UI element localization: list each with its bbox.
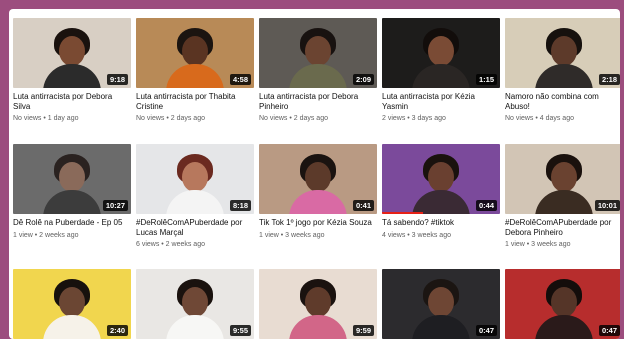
video-thumbnail[interactable]: 2:09 [259,18,377,88]
duration-badge: 2:09 [352,74,374,85]
video-card[interactable]: 8:18 #DeRolêComAPuberdade por Lucas Març… [136,144,254,269]
video-grid-panel: 9:18 Luta antirracista por Debora Silva … [9,9,620,339]
video-card[interactable]: 0:47 [382,269,500,339]
video-thumbnail[interactable]: 9:59 [259,269,377,339]
video-thumbnail[interactable]: 9:55 [136,269,254,339]
video-thumbnail[interactable]: 0:44 [382,144,500,214]
video-title[interactable]: Luta antirracista por Debora Silva [13,92,131,111]
video-thumbnail[interactable]: 0:47 [505,269,620,339]
video-thumbnail[interactable]: 4:58 [136,18,254,88]
video-meta: No views • 4 days ago [505,115,574,122]
duration-badge: 8:18 [229,200,251,211]
thumbnail-face [551,36,577,66]
duration-badge: 0:44 [475,200,497,211]
video-thumbnail[interactable]: 2:40 [13,269,131,339]
video-meta: 1 view • 3 weeks ago [259,231,325,239]
thumbnail-face [182,162,208,192]
video-meta: No views • 2 days ago [259,115,328,122]
video-meta: 1 view • 2 weeks ago [13,231,79,239]
thumbnail-face [59,287,85,317]
video-card[interactable]: 4:58 Luta antirracista por Thabita Crist… [136,18,254,144]
thumbnail-face [428,287,454,317]
duration-badge: 10:27 [102,200,128,211]
thumbnail-face [428,162,454,192]
video-card[interactable]: 9:59 [259,269,377,339]
video-title[interactable]: Namoro não combina com Abuso! [505,92,620,111]
video-meta: No views • 1 day ago [13,115,79,122]
video-title[interactable]: Tá sabendo? #tiktok [382,218,500,228]
video-thumbnail[interactable]: 10:27 [13,144,131,214]
video-title[interactable]: Luta antirracista por Debora Pinheiro [259,92,377,111]
video-thumbnail[interactable]: 1:15 [382,18,500,88]
video-card[interactable]: 2:18 Namoro não combina com Abuso! No vi… [505,18,620,144]
video-thumbnail[interactable]: 0:41 [259,144,377,214]
thumbnail-face [305,287,331,317]
duration-badge: 2:18 [598,74,620,85]
thumbnail-face [182,287,208,317]
video-thumbnail[interactable]: 10:01 [505,144,620,214]
video-title[interactable]: Dê Rolê na Puberdade - Ep 05 [13,218,131,228]
video-card[interactable]: 0:47 [505,269,620,339]
video-card[interactable]: 10:01 #DeRolêComAPuberdade por Debora Pi… [505,144,620,269]
video-card[interactable]: 2:40 [13,269,131,339]
duration-badge: 0:41 [352,200,374,211]
duration-badge: 4:58 [229,74,251,85]
thumbnail-face [428,36,454,66]
thumbnail-face [551,287,577,317]
video-meta: 2 views • 3 days ago [382,115,446,122]
video-meta: 6 views • 2 weeks ago [136,241,205,248]
thumbnail-face [182,36,208,66]
video-title[interactable]: Tik Tok 1º jogo por Kézia Souza [259,218,377,228]
duration-badge: 9:18 [106,74,128,85]
video-card[interactable]: 10:27 Dê Rolê na Puberdade - Ep 05 1 vie… [13,144,131,269]
video-thumbnail[interactable]: 0:47 [382,269,500,339]
video-card[interactable]: 1:15 Luta antirracista por Kézia Yasmin … [382,18,500,144]
video-grid: 9:18 Luta antirracista por Debora Silva … [13,18,620,339]
thumbnail-face [305,162,331,192]
video-title[interactable]: Luta antirracista por Kézia Yasmin [382,92,500,111]
video-card[interactable]: 9:18 Luta antirracista por Debora Silva … [13,18,131,144]
video-title[interactable]: #DeRolêComAPuberdade por Debora Pinheiro [505,218,620,237]
video-thumbnail[interactable]: 2:18 [505,18,620,88]
video-meta: 1 view • 3 weeks ago [505,241,571,248]
video-thumbnail[interactable]: 9:18 [13,18,131,88]
video-thumbnail[interactable]: 8:18 [136,144,254,214]
video-title[interactable]: #DeRolêComAPuberdade por Lucas Marçal [136,218,254,237]
thumbnail-face [551,162,577,192]
video-card[interactable]: 0:41 Tik Tok 1º jogo por Kézia Souza 1 v… [259,144,377,269]
thumbnail-face [59,162,85,192]
video-title[interactable]: Luta antirracista por Thabita Cristine [136,92,254,111]
thumbnail-face [59,36,85,66]
video-meta: 4 views • 3 weeks ago [382,231,451,239]
duration-badge: 10:01 [594,200,620,211]
duration-badge: 1:15 [475,74,497,85]
video-card[interactable]: 9:55 [136,269,254,339]
video-meta: No views • 2 days ago [136,115,205,122]
video-card[interactable]: 0:44 Tá sabendo? #tiktok 4 views • 3 wee… [382,144,500,269]
video-card[interactable]: 2:09 Luta antirracista por Debora Pinhei… [259,18,377,144]
thumbnail-face [305,36,331,66]
watch-progress-bar [382,212,424,214]
